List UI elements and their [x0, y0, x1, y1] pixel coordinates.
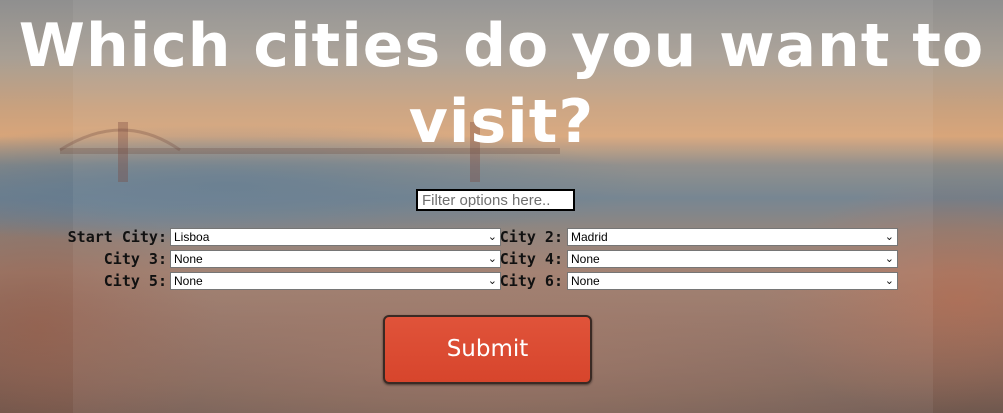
city-6-label: City 6: [499, 272, 563, 290]
filter-container [416, 189, 575, 211]
chevron-down-icon: ⌄ [884, 231, 894, 243]
chevron-down-icon: ⌄ [884, 253, 894, 265]
city-2-select[interactable]: Madrid ⌄ [567, 228, 898, 246]
start-city-label: Start City: [67, 228, 167, 246]
city-2-label: City 2: [499, 228, 563, 246]
city-6-select[interactable]: None ⌄ [567, 272, 898, 290]
city-row-2: City 3: None ⌄ City 4: None ⌄ [0, 250, 1003, 270]
city-row-3: City 5: None ⌄ City 6: None ⌄ [0, 272, 1003, 292]
city-4-label: City 4: [499, 250, 563, 268]
filter-input[interactable] [416, 189, 575, 211]
city-3-label: City 3: [103, 250, 167, 268]
chevron-down-icon: ⌄ [884, 275, 894, 287]
city-row-1: Start City: Lisboa ⌄ City 2: Madrid ⌄ [0, 228, 1003, 248]
page-title: Which cities do you want to visit? [18, 11, 985, 157]
submit-button[interactable]: Submit [383, 315, 592, 384]
city-5-label: City 5: [103, 272, 167, 290]
city-4-select[interactable]: None ⌄ [567, 250, 898, 268]
